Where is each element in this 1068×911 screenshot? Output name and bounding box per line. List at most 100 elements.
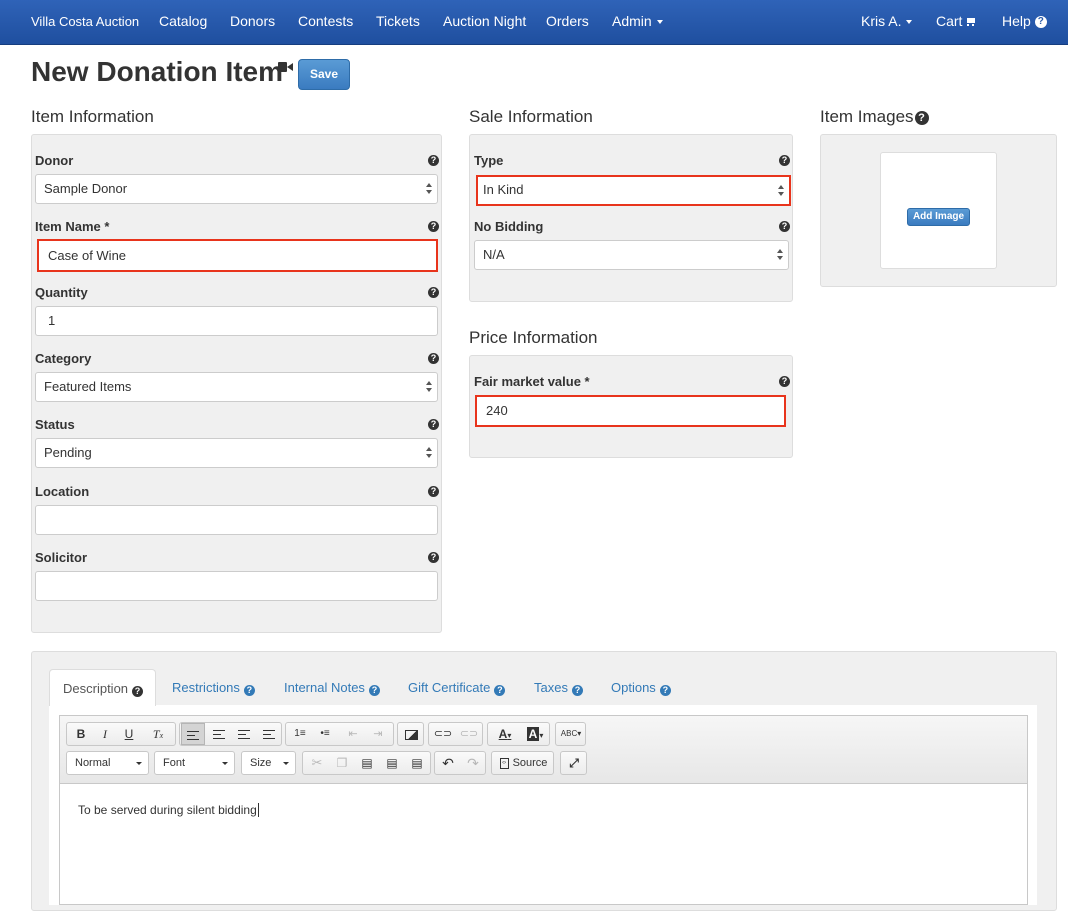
cut-button[interactable]: ✂: [305, 752, 329, 774]
caret-icon: [136, 762, 142, 765]
editor-content-text: To be served during silent bidding: [78, 803, 257, 817]
unlink-button[interactable]: ⊂⊃: [457, 723, 481, 745]
type-select[interactable]: In Kind: [476, 175, 791, 206]
help-icon[interactable]: ?: [779, 221, 790, 232]
nav-donors[interactable]: Donors: [230, 0, 275, 45]
nav-catalog[interactable]: Catalog: [159, 0, 207, 45]
item-name-input[interactable]: Case of Wine: [37, 239, 438, 272]
bold-button[interactable]: B: [70, 723, 92, 745]
align-left-icon: [187, 731, 199, 741]
select-arrows-icon: [777, 249, 783, 261]
align-group: [179, 722, 282, 746]
help-icon[interactable]: ?: [428, 419, 439, 430]
remove-format-button[interactable]: Tx: [147, 723, 169, 745]
redo-button[interactable]: ↷: [461, 752, 485, 774]
cart-icon: [966, 18, 976, 27]
nav-admin[interactable]: Admin: [612, 0, 663, 45]
select-arrows-icon: [426, 183, 432, 195]
select-arrows-icon: [426, 447, 432, 459]
undo-redo-group: ↶ ↷: [434, 751, 486, 775]
tab-internal-notes[interactable]: Internal Notes?: [284, 680, 380, 696]
editor-content[interactable]: To be served during silent bidding: [78, 803, 259, 817]
tab-taxes[interactable]: Taxes?: [534, 680, 583, 696]
quantity-label: Quantity: [35, 285, 88, 300]
maximize-icon: ⤢: [569, 756, 579, 770]
link-button[interactable]: ⊂⊃: [431, 723, 455, 745]
undo-button[interactable]: ↶: [436, 752, 460, 774]
help-icon: ?: [243, 685, 255, 696]
save-button[interactable]: Save: [298, 59, 350, 90]
category-value: Featured Items: [44, 379, 132, 394]
type-label: Type: [474, 153, 504, 168]
copy-button[interactable]: ❐: [330, 752, 354, 774]
text-color-button[interactable]: A▾: [491, 723, 519, 745]
item-name-label: Item Name *: [35, 219, 110, 234]
item-images-label: Item Images: [820, 107, 914, 126]
location-label: Location: [35, 484, 90, 499]
unlink-icon: ⊂⊃: [459, 728, 479, 740]
user-menu[interactable]: Kris A.: [861, 0, 913, 45]
source-icon: ‹›: [499, 757, 509, 769]
help-icon[interactable]: ?: [428, 552, 439, 563]
background-color-button[interactable]: A ▾: [521, 723, 549, 745]
bulleted-list-button[interactable]: •≡: [313, 723, 337, 745]
numbered-list-button[interactable]: 1≡: [288, 723, 312, 745]
help-icon[interactable]: ?: [428, 221, 439, 232]
font-dropdown[interactable]: Font: [154, 751, 235, 775]
item-images-heading: Item Images?: [820, 107, 929, 127]
nav-tickets[interactable]: Tickets: [376, 0, 420, 45]
nav-auction-night[interactable]: Auction Night: [443, 0, 526, 45]
tab-gift-certificate[interactable]: Gift Certificate?: [408, 680, 506, 696]
tab-description[interactable]: Description?: [49, 669, 156, 706]
help-icon[interactable]: ?: [428, 287, 439, 298]
justify-icon: [263, 730, 275, 740]
status-select[interactable]: Pending: [35, 438, 438, 468]
help-icon[interactable]: ?: [428, 353, 439, 364]
paste-text-button[interactable]: ▤: [380, 752, 404, 774]
help-icon[interactable]: ?: [779, 155, 790, 166]
spellcheck-button[interactable]: ABC▾: [558, 723, 584, 745]
nav-contests[interactable]: Contests: [298, 0, 353, 45]
paste-button[interactable]: ▤: [355, 752, 379, 774]
indent-button[interactable]: ⇥: [366, 723, 390, 745]
underline-button[interactable]: U: [118, 723, 140, 745]
nav-admin-label: Admin: [612, 13, 652, 29]
price-information-heading: Price Information: [469, 328, 598, 347]
clipboard-group: ✂ ❐ ▤ ▤ ▤: [302, 751, 431, 775]
justify-button[interactable]: [257, 723, 281, 745]
maximize-button[interactable]: ⤢: [562, 752, 586, 774]
help-icon[interactable]: ?: [428, 155, 439, 166]
paste-word-button[interactable]: ▤: [405, 752, 429, 774]
source-button[interactable]: ‹› Source: [494, 752, 553, 774]
italic-button[interactable]: I: [94, 723, 116, 745]
solicitor-input[interactable]: [35, 571, 438, 601]
nav-cart[interactable]: Cart: [936, 0, 976, 45]
format-dropdown[interactable]: Normal: [66, 751, 149, 775]
location-input[interactable]: [35, 505, 438, 535]
donor-select[interactable]: Sample Donor: [35, 174, 438, 204]
align-left-button[interactable]: [181, 723, 205, 745]
no-bidding-select[interactable]: N/A: [474, 240, 789, 270]
brand-link[interactable]: Villa Costa Auction: [31, 0, 139, 45]
help-icon[interactable]: ?: [779, 376, 790, 387]
video-icon[interactable]: [278, 62, 293, 72]
spellcheck-icon: ABC▾: [560, 729, 582, 738]
category-select[interactable]: Featured Items: [35, 372, 438, 402]
quantity-input[interactable]: 1: [35, 306, 438, 336]
nav-help[interactable]: Help?: [1002, 0, 1047, 45]
align-right-button[interactable]: [232, 723, 256, 745]
align-center-button[interactable]: [207, 723, 231, 745]
image-button[interactable]: [399, 723, 423, 745]
size-dropdown[interactable]: Size: [241, 751, 296, 775]
nav-orders[interactable]: Orders: [546, 0, 589, 45]
outdent-button[interactable]: ⇤: [341, 723, 365, 745]
fair-market-value-input[interactable]: 240: [475, 395, 786, 427]
add-image-button[interactable]: Add Image: [907, 208, 970, 226]
fair-market-value-label: Fair market value *: [474, 374, 590, 389]
help-icon[interactable]: ?: [428, 486, 439, 497]
sale-information-panel: [469, 134, 793, 302]
tab-options[interactable]: Options?: [611, 680, 671, 696]
list-indent-group: 1≡ •≡ ⇤ ⇥: [285, 722, 394, 746]
tab-restrictions[interactable]: Restrictions?: [172, 680, 255, 696]
help-icon[interactable]: ?: [914, 111, 929, 125]
